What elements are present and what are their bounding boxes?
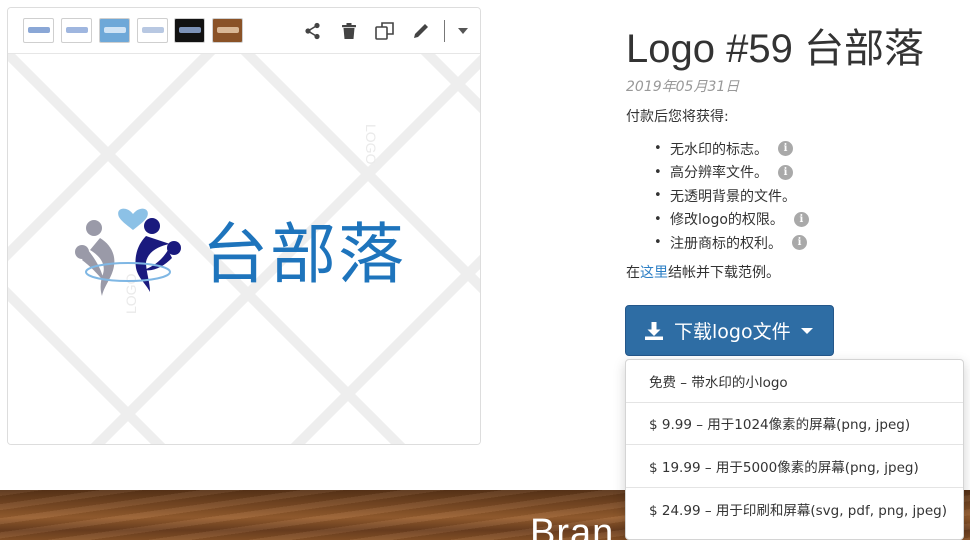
bullet: • xyxy=(654,164,662,180)
download-icon xyxy=(645,321,663,340)
logo-preview-panel: LOGO LOGO 台部落 xyxy=(7,7,481,445)
thumbnail-light[interactable] xyxy=(137,18,168,43)
page-title: Logo #59 台部落 xyxy=(626,27,924,71)
bullet: • xyxy=(654,141,662,157)
bullet: • xyxy=(654,188,662,204)
chevron-down-icon xyxy=(800,327,813,334)
info-icon[interactable]: i xyxy=(793,211,809,227)
menu-item-1024[interactable]: $ 9.99 – 用于1024像素的屏幕(png, jpeg) xyxy=(626,403,963,445)
bullet: • xyxy=(654,211,662,227)
logo-figure-icon xyxy=(75,208,181,296)
thumbnail-white-outline[interactable] xyxy=(61,18,92,43)
download-options-menu: 免费 – 带水印的小logo $ 9.99 – 用于1024像素的屏幕(png,… xyxy=(625,359,964,540)
logo-text: 台部落 xyxy=(202,216,406,293)
info-icon[interactable]: i xyxy=(778,164,793,180)
benefits-intro: 付款后您将获得: xyxy=(626,109,729,125)
benefits-list: • 无水印的标志。 i • 高分辨率文件。 i • 无透明背景的文件。 • 修改logo的权… xyxy=(654,137,809,255)
menu-item-5000[interactable]: $ 19.99 – 用于5000像素的屏幕(png, jpeg) xyxy=(626,445,963,488)
thumbnail-white[interactable] xyxy=(23,18,54,43)
pencil-icon[interactable] xyxy=(410,20,432,42)
trash-icon[interactable] xyxy=(338,20,360,42)
preview-toolbar xyxy=(8,8,480,54)
thumbnail-black[interactable] xyxy=(174,18,205,43)
copy-icon[interactable] xyxy=(374,20,396,42)
share-icon[interactable] xyxy=(302,20,324,42)
logo-canvas: LOGO LOGO 台部落 xyxy=(8,54,480,444)
sample-download-note: 在这里结帐并下载范例。 xyxy=(626,265,780,281)
info-icon[interactable]: i xyxy=(778,141,793,157)
list-item: • 修改logo的权限。 i xyxy=(654,208,809,232)
publish-date: 2019年05月31日 xyxy=(626,79,740,95)
download-button-label: 下载logo文件 xyxy=(674,321,791,343)
thumbnail-wood[interactable] xyxy=(212,18,243,43)
list-item: • 无水印的标志。 i xyxy=(654,137,809,161)
list-item: • 高分辨率文件。 i xyxy=(654,161,809,185)
download-logo-button[interactable]: 下载logo文件 xyxy=(625,305,834,356)
checkout-link[interactable]: 这里 xyxy=(640,265,668,281)
info-icon[interactable]: i xyxy=(792,235,807,251)
thumbnail-blue[interactable] xyxy=(99,18,130,43)
watermark-text: LOGO xyxy=(363,124,379,165)
banner-heading: Bran xyxy=(530,512,615,540)
list-item: • 注册商标的权利。 i xyxy=(654,231,809,255)
menu-item-free[interactable]: 免费 – 带水印的小logo xyxy=(626,360,963,403)
menu-item-print[interactable]: $ 24.99 – 用于印刷和屏幕(svg, pdf, png, jpeg) xyxy=(626,488,963,531)
dropdown-caret-icon[interactable] xyxy=(452,20,474,42)
list-item: • 无透明背景的文件。 xyxy=(654,188,796,205)
bullet: • xyxy=(654,235,662,251)
toolbar-divider xyxy=(444,20,445,42)
